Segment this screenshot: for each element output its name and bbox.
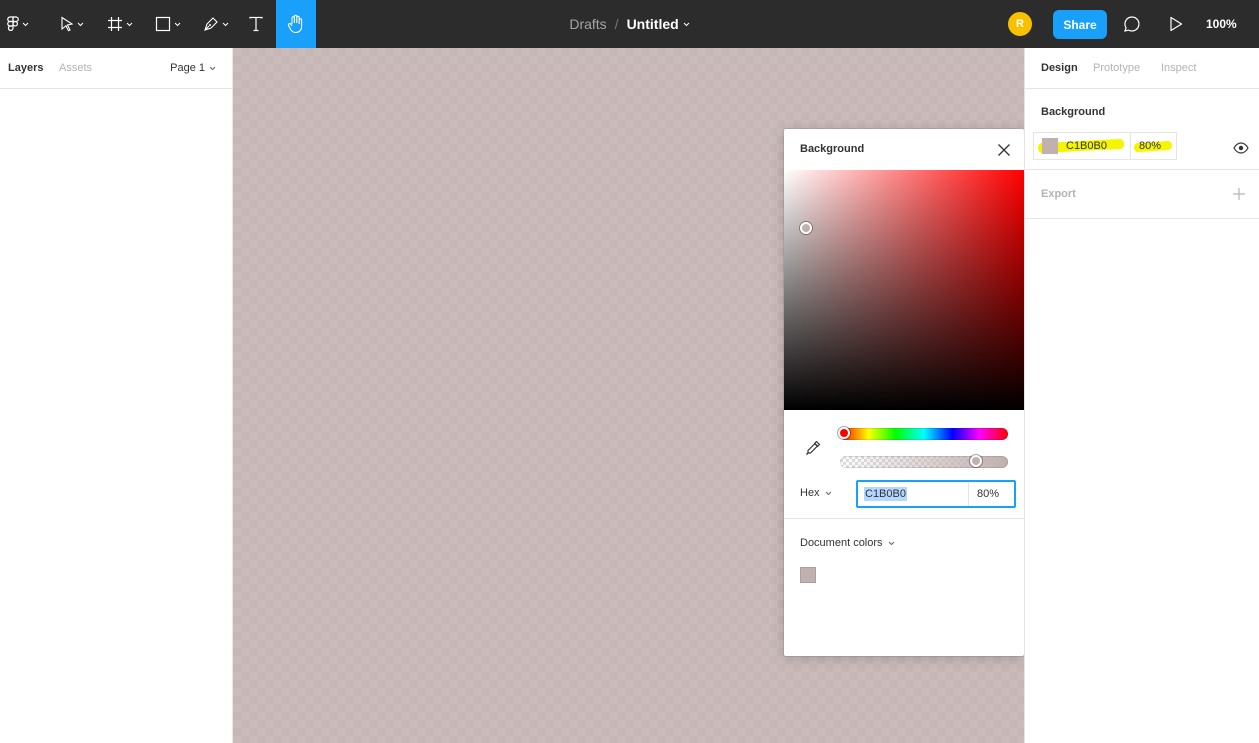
left-panel-tabs: Layers Assets Page 1 <box>0 48 232 89</box>
breadcrumb-drafts-link[interactable]: Drafts <box>569 16 606 32</box>
hand-icon <box>287 14 303 34</box>
background-section: Background C1B0B0 80% <box>1025 89 1259 170</box>
opacity-slider-fill <box>840 456 1008 468</box>
saturation-value-handle[interactable] <box>800 222 812 234</box>
pen-tool-button[interactable] <box>196 0 236 48</box>
chevron-down-icon <box>209 66 216 70</box>
hue-slider-handle[interactable] <box>838 427 850 439</box>
chevron-down-icon <box>77 22 84 26</box>
color-mode-label: Hex <box>800 487 820 499</box>
text-tool-button[interactable] <box>240 0 272 48</box>
tab-layers[interactable]: Layers <box>8 62 43 74</box>
page-selector[interactable]: Page 1 <box>170 62 216 74</box>
divider <box>784 518 1024 519</box>
chevron-down-icon <box>888 541 894 545</box>
hex-input-value: C1B0B0 <box>864 487 907 501</box>
zoom-level: 100% <box>1206 17 1237 31</box>
tab-design[interactable]: Design <box>1041 62 1078 74</box>
breadcrumb-separator: / <box>614 16 619 32</box>
main-menu-button[interactable] <box>0 0 36 48</box>
saturation-value-area[interactable] <box>784 170 1024 410</box>
rectangle-icon <box>155 16 171 32</box>
color-picker-popup: Background Hex C1B0B0 80% Document color… <box>784 129 1024 656</box>
chevron-down-icon <box>126 22 133 26</box>
background-fill-swatch[interactable] <box>1042 138 1058 154</box>
background-fill-opacity-value: 80% <box>1139 140 1162 152</box>
frame-tool-button[interactable] <box>100 0 140 48</box>
left-panel: Layers Assets Page 1 <box>0 48 233 743</box>
background-section-title: Background <box>1041 106 1106 118</box>
pen-icon <box>204 17 218 31</box>
cursor-arrow-icon <box>61 16 74 32</box>
eyedropper-icon[interactable] <box>804 439 822 457</box>
hand-tool-button[interactable] <box>276 0 316 48</box>
color-picker-title: Background <box>800 143 865 155</box>
tab-assets[interactable]: Assets <box>59 62 92 74</box>
present-button[interactable] <box>1160 0 1192 48</box>
background-fill-hex[interactable]: C1B0B0 <box>1034 133 1130 159</box>
opacity-input[interactable]: 80% <box>968 482 1014 506</box>
play-icon <box>1170 16 1183 32</box>
eye-icon[interactable] <box>1233 140 1249 156</box>
tab-inspect[interactable]: Inspect <box>1161 62 1196 74</box>
zoom-menu[interactable]: 100% <box>1206 0 1237 48</box>
color-picker-header: Background <box>784 129 1024 170</box>
avatar[interactable]: R <box>1008 12 1032 36</box>
hex-input[interactable]: C1B0B0 <box>858 482 968 506</box>
comment-bubble-icon <box>1124 16 1140 32</box>
plus-icon[interactable] <box>1231 186 1247 202</box>
file-title: Untitled <box>626 16 679 32</box>
close-icon[interactable] <box>996 142 1012 158</box>
opacity-slider[interactable] <box>840 455 1008 468</box>
export-section-title: Export <box>1041 188 1076 200</box>
chevron-down-icon <box>22 22 29 26</box>
document-colors-select[interactable]: Document colors <box>800 537 895 549</box>
color-mode-select[interactable]: Hex <box>800 487 832 499</box>
chevron-down-icon <box>825 491 831 495</box>
share-button[interactable]: Share <box>1053 10 1107 39</box>
chevron-down-icon <box>222 22 229 26</box>
color-value-field: C1B0B0 80% <box>856 480 1016 508</box>
text-icon <box>249 16 263 32</box>
background-fill-hex-value: C1B0B0 <box>1066 140 1107 152</box>
file-title-menu[interactable]: Untitled <box>627 16 690 32</box>
comments-button[interactable] <box>1116 0 1148 48</box>
document-colors-label: Document colors <box>800 537 883 549</box>
background-fill-opacity[interactable]: 80% <box>1130 133 1176 159</box>
chevron-down-icon <box>174 22 181 26</box>
tab-prototype[interactable]: Prototype <box>1093 62 1140 74</box>
export-section: Export <box>1025 170 1259 219</box>
right-panel: Design Prototype Inspect Background C1B0… <box>1024 48 1259 743</box>
page-label: Page 1 <box>170 62 205 74</box>
background-fill-row: C1B0B0 80% <box>1033 132 1177 160</box>
top-toolbar: Drafts / Untitled R Share 100% <box>0 0 1259 48</box>
right-panel-tabs: Design Prototype Inspect <box>1025 48 1259 89</box>
hue-slider[interactable] <box>838 427 1008 440</box>
frame-icon <box>108 17 122 31</box>
chevron-down-icon <box>683 22 690 26</box>
move-tool-button[interactable] <box>52 0 92 48</box>
document-color-swatch[interactable] <box>800 567 816 583</box>
figma-logo-icon <box>7 16 19 31</box>
shape-tool-button[interactable] <box>148 0 188 48</box>
